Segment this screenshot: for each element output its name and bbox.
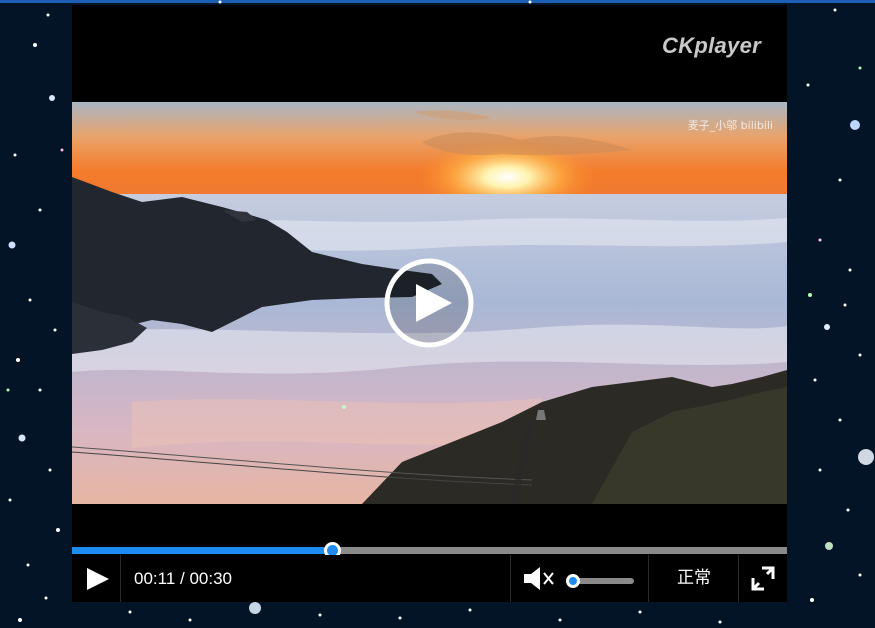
video-watermark: 麦子_小邬 bilibili: [687, 119, 773, 132]
volume-slider[interactable]: [566, 574, 634, 588]
player-logo: CKplayer: [662, 33, 761, 58]
progress-played: [72, 547, 332, 554]
divider: [510, 555, 511, 602]
volume-handle[interactable]: [566, 574, 580, 588]
divider: [648, 555, 649, 602]
video-player[interactable]: CKplayer 麦子_小邬 bilibili 00:11 / 00:30 正常: [72, 5, 787, 602]
play-button[interactable]: [72, 555, 120, 602]
center-play-button[interactable]: [383, 257, 475, 349]
progress-bar[interactable]: [72, 542, 787, 559]
playback-speed-button[interactable]: 正常: [650, 555, 738, 602]
play-circle-icon: [384, 258, 474, 348]
volume-muted-icon: [524, 567, 554, 590]
divider: [120, 555, 121, 602]
mute-button[interactable]: [518, 555, 560, 602]
video-frame[interactable]: 麦子_小邬 bilibili: [72, 102, 787, 504]
control-bar: 00:11 / 00:30 正常: [72, 555, 787, 602]
time-display: 00:11 / 00:30: [134, 569, 232, 588]
fullscreen-icon: [751, 566, 775, 591]
fullscreen-button[interactable]: [739, 555, 787, 602]
play-icon: [87, 568, 109, 590]
